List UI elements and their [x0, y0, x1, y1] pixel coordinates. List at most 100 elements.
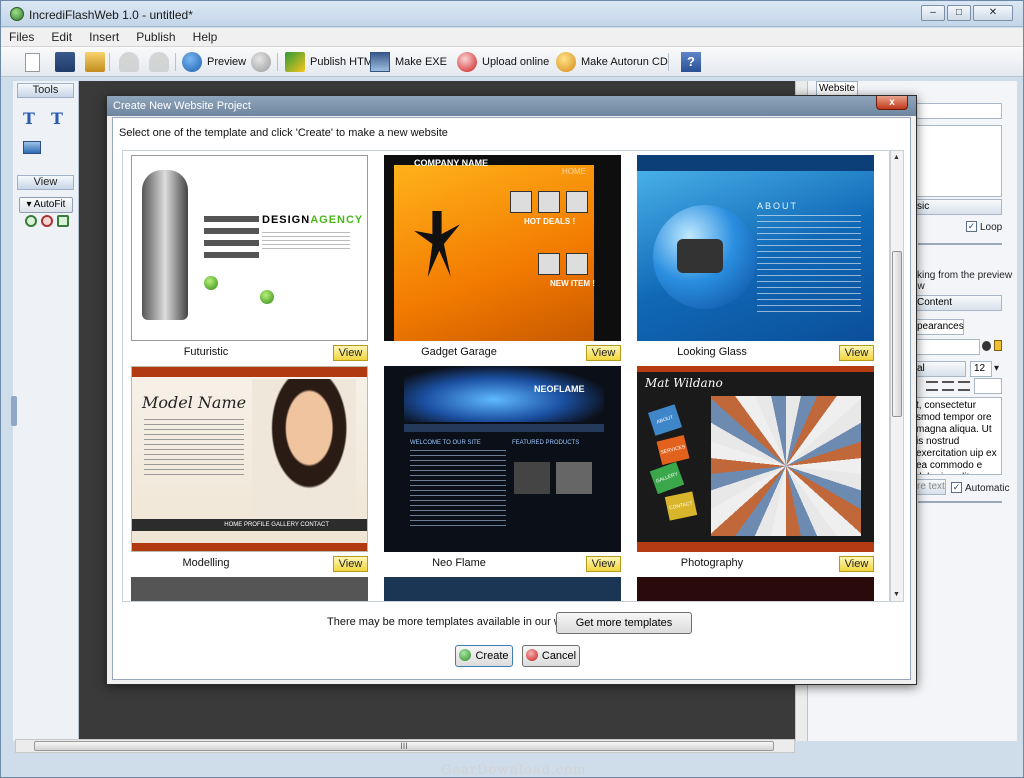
align-left-icon[interactable]: [926, 381, 938, 391]
template-partial[interactable]: [637, 577, 874, 601]
align-center-icon[interactable]: [942, 381, 954, 391]
zoom-in-icon[interactable]: [25, 215, 37, 227]
template-name: Gadget Garage: [421, 346, 497, 358]
music-field[interactable]: sic: [912, 199, 1002, 215]
get-more-templates-button[interactable]: Get more templates: [556, 612, 692, 634]
view-modelling-button[interactable]: View: [333, 556, 368, 572]
zoom-out-icon[interactable]: [41, 215, 53, 227]
font-color-field[interactable]: [912, 339, 980, 355]
align-right-icon[interactable]: [958, 381, 970, 391]
undo-icon: [119, 52, 139, 72]
dialog-close-button[interactable]: x: [876, 96, 908, 110]
publish-html-label: Publish HTML: [310, 56, 380, 68]
tab-appearances[interactable]: pearances: [912, 319, 964, 335]
create-label: Create: [475, 650, 509, 662]
neo-logo: NEOFLAME: [534, 384, 585, 394]
text-content-area[interactable]: t, consectetur smod tempor ore magna ali…: [912, 397, 1002, 475]
content-section[interactable]: Content: [912, 295, 1002, 311]
gallery-scrollbar[interactable]: ▲ ▼: [890, 150, 904, 602]
menu-publish[interactable]: Publish: [128, 28, 181, 44]
title-bar: IncrediFlashWeb 1.0 - untitled* – □ ✕: [1, 1, 1023, 27]
more-text-button[interactable]: re text: [912, 479, 946, 495]
view-neo-flame-button[interactable]: View: [586, 556, 621, 572]
preview-button[interactable]: Preview: [182, 50, 246, 74]
checkmark-icon: [459, 649, 472, 661]
gadget-icon: [538, 253, 560, 275]
eye-icon[interactable]: [982, 341, 991, 351]
cancel-button[interactable]: Cancel: [522, 645, 580, 667]
publish-html-button[interactable]: Publish HTML: [285, 50, 379, 74]
view-photography-button[interactable]: View: [839, 556, 874, 572]
gadget-company-name: COMPANY NAME: [414, 158, 489, 168]
menu-files[interactable]: Files: [1, 28, 40, 44]
scroll-up-icon[interactable]: ▲: [893, 154, 900, 161]
template-thumbnail[interactable]: Mat Wildano ABOUT SERVICES GALLERY CONTA…: [637, 366, 874, 552]
new-button[interactable]: [25, 50, 45, 74]
text-tool-icon[interactable]: T: [23, 109, 35, 128]
autofit-button[interactable]: ▾ AutoFit: [19, 197, 73, 213]
speed-slider[interactable]: [918, 501, 1002, 503]
create-button[interactable]: Create: [455, 645, 513, 667]
canvas-horizontal-scrollbar[interactable]: III: [15, 739, 795, 753]
nav-bar-graphic: [204, 252, 259, 258]
page-title-input[interactable]: [912, 103, 1002, 119]
template-thumbnail[interactable]: Model Name HOME PROFILE GALLERY CONTACT: [131, 366, 368, 552]
template-neo-flame[interactable]: NEOFLAME WELCOME TO OUR SITE FEATURED PR…: [384, 366, 621, 581]
tv-screen-graphic: [677, 239, 723, 273]
gallery-scroll-thumb[interactable]: [892, 251, 902, 417]
open-button[interactable]: [85, 50, 110, 74]
template-thumbnail[interactable]: NEOFLAME WELCOME TO OUR SITE FEATURED PR…: [384, 366, 621, 552]
maximize-button[interactable]: □: [947, 5, 971, 21]
menu-insert[interactable]: Insert: [81, 28, 125, 44]
minimize-button[interactable]: –: [921, 5, 945, 21]
scroll-down-icon[interactable]: ▼: [893, 591, 900, 598]
app-window: IncrediFlashWeb 1.0 - untitled* – □ ✕ Fi…: [0, 0, 1024, 778]
font-size-field[interactable]: 12: [970, 361, 992, 377]
zoom-fit-icon[interactable]: [57, 215, 69, 227]
template-partial[interactable]: [131, 577, 368, 601]
hscroll-thumb[interactable]: III: [34, 741, 774, 751]
menu-edit[interactable]: Edit: [43, 28, 78, 44]
template-modelling[interactable]: Model Name HOME PROFILE GALLERY CONTACT …: [131, 366, 368, 581]
font-select[interactable]: al: [912, 361, 966, 377]
automatic-checkbox[interactable]: ✓: [951, 482, 962, 493]
template-thumbnail[interactable]: ABOUT: [637, 155, 874, 341]
lock-icon[interactable]: [994, 340, 1002, 351]
model-script-title: Model Name: [142, 393, 247, 412]
stop-button[interactable]: [251, 50, 276, 74]
font-size-dropdown-icon[interactable]: ▾: [994, 363, 999, 374]
view-futuristic-button[interactable]: View: [333, 345, 368, 361]
loop-label: Loop: [980, 222, 1003, 233]
text-color-swatch[interactable]: [974, 378, 1002, 394]
product-image-graphic: [514, 462, 550, 494]
save-button[interactable]: [55, 50, 80, 74]
upload-online-button[interactable]: Upload online: [457, 50, 549, 74]
template-thumbnail[interactable]: COMPANY NAME HOME HOT DEALS ! NEW ITEM !: [384, 155, 621, 341]
menu-help[interactable]: Help: [185, 28, 224, 44]
help-button[interactable]: ?: [681, 50, 706, 74]
volume-slider[interactable]: [918, 243, 1002, 245]
template-thumbnail[interactable]: DESIGNAGENCY: [131, 155, 368, 341]
template-photography[interactable]: Mat Wildano ABOUT SERVICES GALLERY CONTA…: [637, 366, 874, 581]
make-autorun-button[interactable]: Make Autorun CD: [556, 50, 668, 74]
view-looking-glass-button[interactable]: View: [839, 345, 874, 361]
close-window-button[interactable]: ✕: [973, 5, 1013, 21]
publish-html-icon: [285, 52, 305, 72]
loop-checkbox[interactable]: ✓: [966, 221, 977, 232]
gadget-home-label: HOME: [562, 167, 586, 176]
gadget-icon: [566, 191, 588, 213]
panel-expand-handle[interactable]: [11, 396, 17, 426]
tab-website[interactable]: Website: [816, 81, 858, 95]
template-looking-glass[interactable]: ABOUT Looking Glass View: [637, 155, 874, 370]
template-partial[interactable]: [384, 577, 621, 601]
template-futuristic[interactable]: DESIGNAGENCY Futuristic View: [131, 155, 368, 370]
dialog-body: Select one of the template and click 'Cr…: [112, 117, 911, 680]
make-exe-button[interactable]: Make EXE: [370, 50, 447, 74]
image-tool-icon[interactable]: [23, 141, 41, 154]
textbox-tool-icon[interactable]: T: [51, 109, 63, 128]
page-list[interactable]: [912, 125, 1002, 197]
template-gadget-garage[interactable]: COMPANY NAME HOME HOT DEALS ! NEW ITEM !…: [384, 155, 621, 370]
view-gadget-garage-button[interactable]: View: [586, 345, 621, 361]
undo-button[interactable]: [119, 50, 144, 74]
redo-button[interactable]: [149, 50, 174, 74]
